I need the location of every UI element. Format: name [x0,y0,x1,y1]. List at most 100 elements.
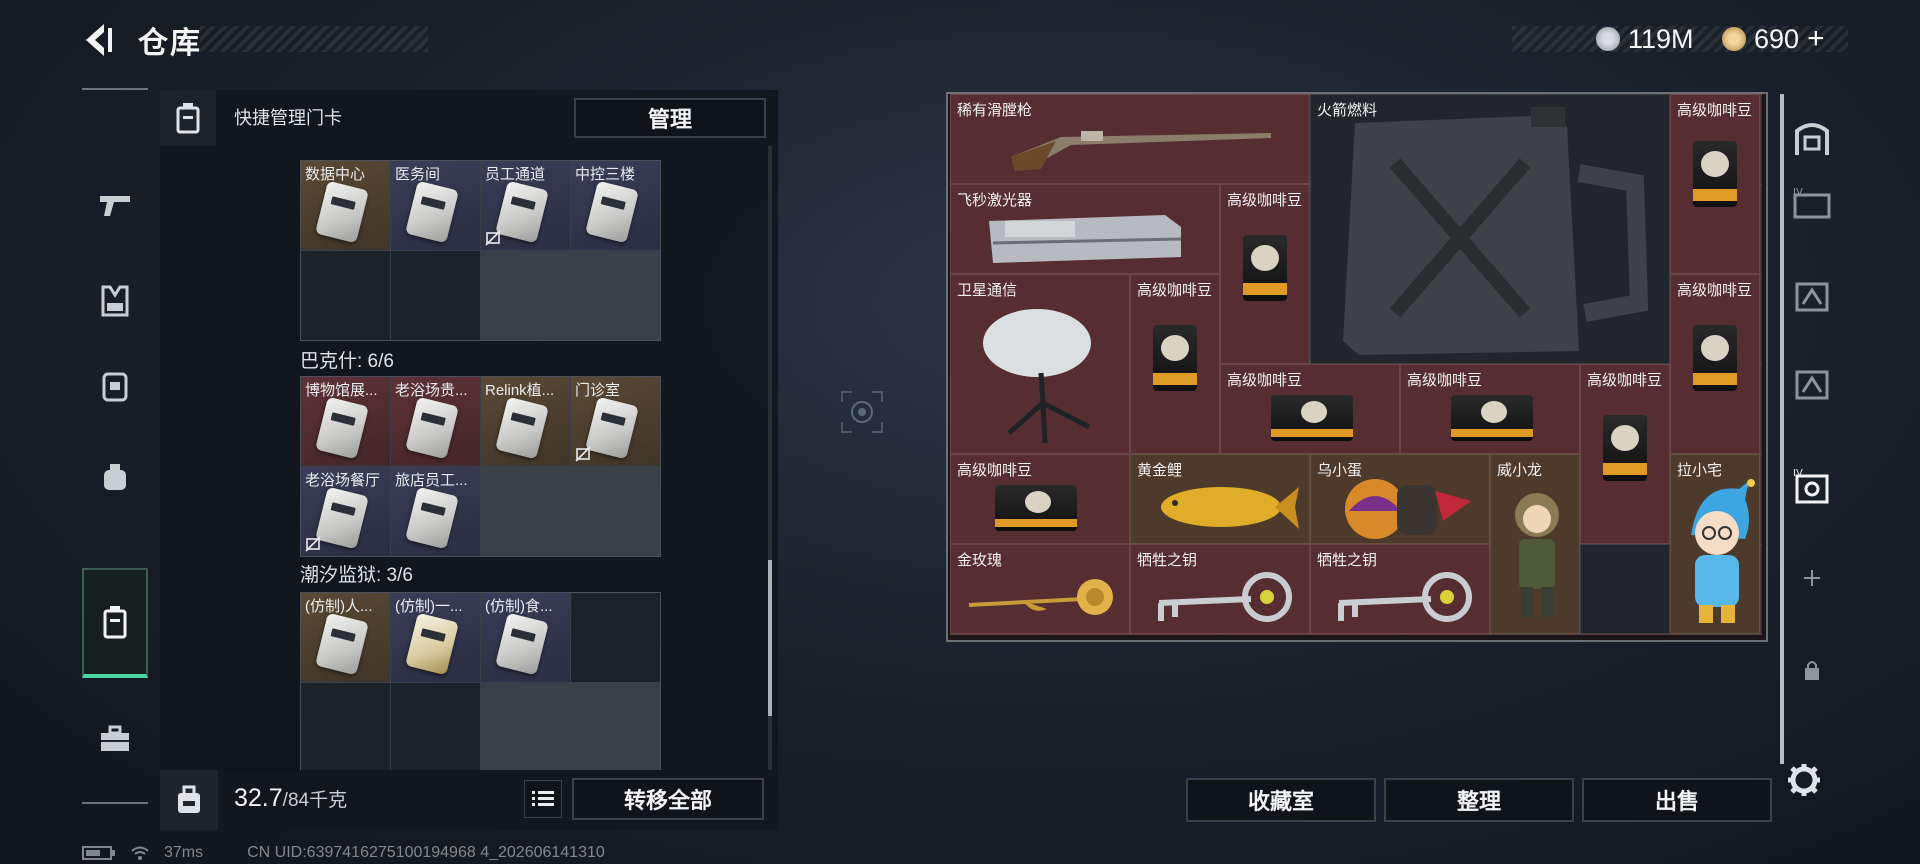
nav-item-pouch[interactable] [82,444,148,510]
tab-storage-3a[interactable] [1788,270,1836,318]
item-coffee-6[interactable]: 高级咖啡豆 [1400,364,1580,454]
item-name: 高级咖啡豆 [1227,192,1303,209]
item-dragon[interactable]: 威小龙 [1490,454,1580,634]
item-coffee-7[interactable]: 高级咖啡豆 [1580,364,1670,544]
tab-storage-3b[interactable] [1788,358,1836,406]
item-coffee-1[interactable]: 高级咖啡豆 [1670,94,1760,274]
laser-device-icon [989,215,1182,263]
transfer-all-button[interactable]: 转移全部 [572,778,764,820]
coffee-bag-icon [1451,395,1533,441]
item-golden-koi[interactable]: 黄金鲤 [1130,454,1310,544]
item-coffee-4[interactable]: 高级咖啡豆 [1670,274,1760,454]
keycard-slot[interactable]: 博物馆展... [301,377,390,466]
empty-slot[interactable] [1580,544,1670,634]
keycard-slot[interactable]: (仿制)食... [481,593,570,682]
item-key-2[interactable]: 牺牲之钥 [1310,544,1490,634]
empty-slot[interactable] [391,683,480,772]
item-key-1[interactable]: 牺牲之钥 [1130,544,1310,634]
item-house[interactable]: 拉小宅 [1670,454,1760,634]
collection-room-button[interactable]: 收藏室 [1186,778,1376,822]
item-coffee-8[interactable]: 高级咖啡豆 [950,454,1130,544]
weight-bag-icon [178,785,200,813]
tab-storage-4-active[interactable]: IV [1788,462,1836,510]
item-coffee-5[interactable]: 高级咖啡豆 [1220,364,1400,454]
empty-slot[interactable] [301,683,390,772]
empty-slot[interactable] [571,593,660,682]
list-view-button[interactable] [524,780,562,818]
add-storage-button[interactable] [1788,554,1836,602]
wifi-icon [131,846,149,860]
item-name: 卫星通信 [957,282,1018,299]
item-name: 高级咖啡豆 [1677,282,1753,299]
sell-button[interactable]: 出售 [1582,778,1772,822]
item-satellite[interactable]: 卫星通信 [950,274,1130,454]
keycard-grid: 数据中心 医务间 员工通道 中控三楼 [300,160,661,341]
keycard-slot[interactable]: 医务间 [391,161,480,250]
coffee-bag-icon [1153,325,1197,391]
svg-text:IV: IV [1793,468,1803,479]
keycard-scrollbar-thumb[interactable] [768,560,772,716]
lock-icon [1805,661,1819,680]
item-laser[interactable]: 飞秒激光器 [950,184,1220,274]
manage-button[interactable]: 管理 [574,98,766,138]
status-bar: 37ms CN UID:6397416275100194968 4_202606… [82,844,605,862]
item-coffee-2[interactable]: 高级咖啡豆 [1220,184,1310,364]
keycard-icon [315,396,369,460]
add-currency-button[interactable]: + [1807,22,1825,56]
coffee-bag-icon [995,485,1077,531]
keycard-name: 数据中心 [305,166,366,183]
organize-button[interactable]: 整理 [1384,778,1574,822]
item-egg[interactable]: 乌小蛋 [1310,454,1490,544]
locked-storage-slot[interactable] [1788,646,1836,694]
nav-divider [82,88,148,90]
title-decoration [200,26,428,52]
keycard-icon [495,180,549,244]
keycard-slot[interactable]: 数据中心 [301,161,390,250]
keycard-grid: 博物馆展... 老浴场贵... Relink植... 门诊室老浴场餐厅 旅店员工... [300,376,661,557]
keycard-slot[interactable]: 门诊室 [571,377,660,466]
item-name: 高级咖啡豆 [1587,372,1663,389]
vault-icon [1795,123,1829,155]
item-name: 高级咖啡豆 [1677,102,1753,119]
page-title: 仓库 [138,27,202,60]
quick-manage-icon-box [160,90,216,146]
keycard-name: (仿制)食... [485,598,553,615]
nav-item-toolbox[interactable] [82,706,148,772]
item-musket[interactable]: 稀有滑膛枪 [950,94,1310,184]
keycard-slot[interactable]: 中控三楼 [571,161,660,250]
keycard-icon [585,396,639,460]
item-coffee-3[interactable]: 高级咖啡豆 [1130,274,1220,454]
nav-item-keycards[interactable] [82,568,148,678]
keycard-slot[interactable]: 老浴场贵... [391,377,480,466]
keycard-slot[interactable]: 旅店员工... [391,467,480,556]
keycard-icon [176,103,200,134]
no-transfer-icon [575,446,591,462]
item-name: 高级咖啡豆 [957,462,1033,479]
nav-item-weapons[interactable] [82,172,148,238]
gear-icon [1788,764,1820,796]
item-gold-rose[interactable]: 金玫瑰 [950,544,1130,634]
nav-item-backpack[interactable] [82,352,148,418]
hooded-figure-icon [1691,479,1755,623]
nav-item-armor[interactable] [82,268,148,334]
keycard-slot[interactable]: (仿制)人... [301,593,390,682]
weight-max: /84千克 [282,790,348,811]
weight-current: 32.7 [234,784,283,812]
keycard-slot[interactable]: 老浴场餐厅 [301,467,390,556]
keycard-name: 医务间 [395,166,441,183]
keycard-scrollbar[interactable] [768,146,772,826]
item-rocket-fuel[interactable]: 火箭燃料 [1310,94,1670,364]
tab-storage-4[interactable]: IV [1788,180,1836,228]
keycard-slot[interactable]: (仿制)一... [391,593,480,682]
empty-slot[interactable] [391,251,480,340]
keycard-slot[interactable]: 员工通道 [481,161,570,250]
battery-icon [82,846,115,860]
back-button[interactable] [82,20,116,60]
tab-main-storage[interactable] [1788,116,1836,164]
keycard-name: 老浴场贵... [395,382,468,399]
keycard-name: 门诊室 [575,382,621,399]
currency-secondary[interactable]: 690 + [1722,22,1825,56]
settings-button[interactable] [1786,762,1826,802]
keycard-slot[interactable]: Relink植... [481,377,570,466]
empty-slot[interactable] [301,251,390,340]
